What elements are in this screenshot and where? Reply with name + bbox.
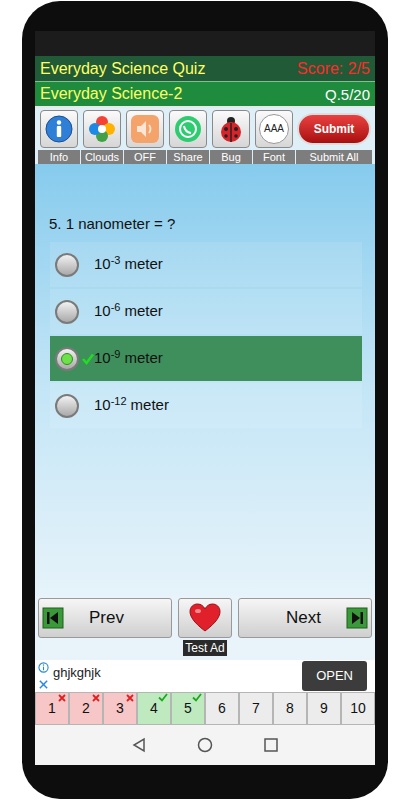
question-number[interactable]: 5 (171, 692, 205, 725)
question-number[interactable]: 1 (35, 692, 69, 725)
radio-button[interactable] (55, 347, 79, 371)
prev-icon (42, 607, 64, 629)
ladybug-icon (216, 114, 246, 144)
question-text: 5. 1 nanometer = ? (35, 214, 375, 234)
option-list: 10-3meter 10-6meter 10-9meter 10-12meter (35, 242, 375, 428)
answer-option[interactable]: 10-9meter (50, 336, 362, 381)
ad-banner[interactable]: ghjkghjk OPEN (35, 660, 375, 692)
toolbar-label: OFF (124, 150, 166, 164)
radio-button[interactable] (55, 300, 79, 324)
status-bar (35, 31, 375, 56)
info-icon (44, 114, 74, 144)
correct-icon (158, 693, 168, 702)
toolbar-item[interactable]: Share (167, 108, 209, 164)
question-area: 5. 1 nanometer = ? 10-3meter10-6meter10-… (35, 164, 375, 596)
option-text: 10-3meter (94, 253, 163, 276)
phone-frame: Everyday Science Quiz Score: 2/5 Everyda… (22, 1, 388, 799)
question-number[interactable]: 3 (103, 692, 137, 725)
font-icon: AAA (259, 114, 289, 144)
toolbar-item[interactable]: Submit Submit All (296, 108, 372, 164)
close-icon[interactable] (38, 679, 49, 690)
screen: Everyday Science Quiz Score: 2/5 Everyda… (35, 31, 375, 765)
wrong-icon (126, 694, 134, 702)
question-number[interactable]: 4 (137, 692, 171, 725)
nav-bar: Prev Next (35, 596, 375, 640)
toolbar-item[interactable]: OFF (124, 108, 166, 164)
question-number[interactable]: 6 (205, 692, 239, 725)
answer-option[interactable]: 10-3meter (50, 242, 362, 287)
clouds-button[interactable] (83, 110, 121, 148)
score: Score: 2/5 (297, 61, 370, 77)
radio-button[interactable] (55, 253, 79, 277)
ad-text: ghjkghjk (53, 663, 101, 683)
toolbar-item[interactable]: Clouds (81, 108, 123, 164)
toolbar-label: Share (167, 150, 209, 164)
correct-icon (192, 693, 202, 702)
toolbar-label: Info (38, 150, 80, 164)
toolbar: InfoCloudsOFFShareBugAAAFontSubmitSubmit… (35, 108, 375, 164)
question-number[interactable]: 8 (273, 692, 307, 725)
answer-option[interactable]: 10-12meter (50, 383, 362, 428)
sound-button[interactable] (126, 110, 164, 148)
question-progress: Q.5/20 (325, 87, 370, 102)
question-number[interactable]: 2 (69, 692, 103, 725)
toolbar-label: Font (253, 150, 295, 164)
toolbar-item[interactable]: Info (38, 108, 80, 164)
home-icon[interactable] (197, 737, 213, 753)
font-button[interactable]: AAA (255, 110, 293, 148)
ad-label-row: Test Ad (35, 640, 375, 660)
toolbar-label: Clouds (81, 150, 123, 164)
submit-label: Submit (314, 120, 355, 138)
recents-icon[interactable] (263, 737, 279, 753)
test-ad-label: Test Ad (183, 640, 226, 656)
radio-button[interactable] (55, 394, 79, 418)
next-label: Next (239, 605, 346, 631)
question-strip: 12345678910 (35, 692, 375, 725)
heart-icon (189, 603, 221, 633)
app-title: Everyday Science Quiz (40, 61, 205, 77)
font-icon-text: AAA (264, 124, 284, 134)
option-text: 10-6meter (94, 300, 163, 323)
next-icon (346, 607, 368, 629)
system-nav (35, 725, 375, 765)
toolbar-item[interactable]: Bug (210, 108, 252, 164)
bug-button[interactable] (212, 110, 250, 148)
question-number[interactable]: 9 (307, 692, 341, 725)
info-button[interactable] (40, 110, 78, 148)
info-icon[interactable] (38, 662, 49, 673)
prev-button[interactable]: Prev (38, 598, 172, 638)
toolbar-label: Submit All (296, 150, 372, 164)
next-button[interactable]: Next (238, 598, 372, 638)
question-number[interactable]: 7 (239, 692, 273, 725)
wrong-icon (92, 694, 100, 702)
title-bar: Everyday Science Quiz Score: 2/5 (35, 56, 375, 81)
quiz-name: Everyday Science-2 (40, 86, 182, 102)
toolbar-label: Bug (210, 150, 252, 164)
submit-button[interactable]: Submit (297, 113, 371, 145)
share-icon (173, 114, 203, 144)
toolbar-item[interactable]: AAA Font (253, 108, 295, 164)
option-text: 10-9meter (94, 347, 163, 370)
prev-label: Prev (64, 605, 171, 631)
check-icon (82, 353, 94, 365)
photos-icon (87, 114, 117, 144)
question-number[interactable]: 10 (341, 692, 375, 725)
speaker-icon (130, 114, 160, 144)
back-icon[interactable] (131, 737, 147, 753)
share-button[interactable] (169, 110, 207, 148)
answer-option[interactable]: 10-6meter (50, 289, 362, 334)
favorite-button[interactable] (178, 598, 232, 638)
option-text: 10-12meter (94, 394, 169, 417)
radio-dot (61, 353, 73, 365)
subtitle-bar: Everyday Science-2 Q.5/20 (35, 81, 375, 106)
open-button[interactable]: OPEN (302, 661, 367, 691)
wrong-icon (58, 694, 66, 702)
